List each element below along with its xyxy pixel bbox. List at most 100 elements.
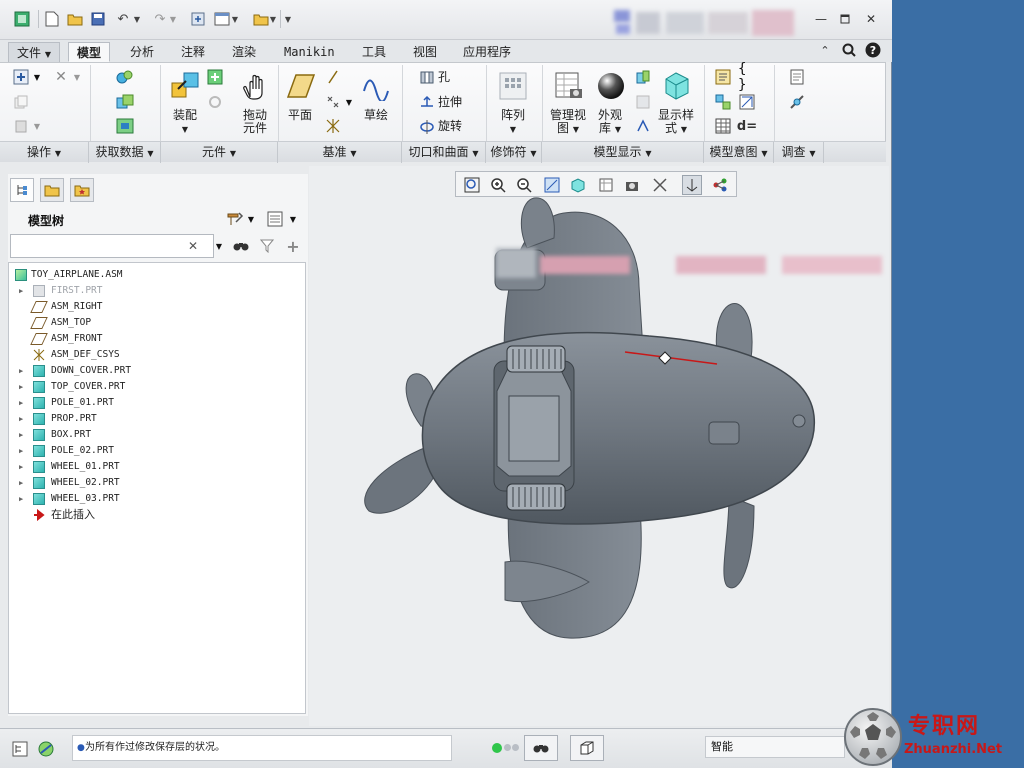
datum-display-icon[interactable] — [650, 175, 670, 195]
close-icon[interactable]: ✕ — [860, 10, 882, 28]
point-icon[interactable] — [324, 93, 342, 111]
redo-dropdown-icon[interactable]: ▼ — [168, 9, 178, 29]
app-icon[interactable] — [12, 9, 32, 29]
folder-browser-tab-icon[interactable] — [40, 178, 64, 202]
appearance-gallery-label[interactable]: 外观库 ▼ — [592, 109, 628, 136]
group-modifiers[interactable]: 修饰符 ▼ — [486, 142, 542, 163]
undo-icon[interactable]: ↶ — [113, 9, 133, 29]
paste-icon[interactable] — [12, 117, 30, 135]
tree-item[interactable]: ASM_TOP — [9, 315, 305, 331]
find-icon[interactable] — [524, 735, 558, 761]
tree-columns-icon[interactable] — [266, 210, 284, 228]
redo-icon[interactable]: ↷ — [150, 9, 170, 29]
refit-icon[interactable] — [462, 175, 482, 195]
tree-item[interactable]: TOY_AIRPLANE.ASM — [9, 267, 305, 283]
help-icon[interactable]: ? — [864, 41, 882, 59]
expand-arrow-icon[interactable]: ▶ — [19, 427, 27, 443]
extrude-icon[interactable] — [418, 93, 436, 111]
expand-arrow-icon[interactable]: ▶ — [19, 411, 27, 427]
repeat-icon[interactable] — [206, 93, 224, 111]
show-navigator-icon[interactable] — [10, 739, 30, 759]
tree-item[interactable]: ▶ WHEEL_01.PRT — [9, 459, 305, 475]
repaint-icon[interactable] — [542, 175, 562, 195]
regenerate-icon[interactable] — [188, 9, 208, 29]
hole-icon[interactable] — [418, 68, 436, 86]
show-browser-icon[interactable] — [36, 739, 56, 759]
reference-viewer-icon[interactable] — [788, 93, 806, 111]
group-investigate[interactable]: 调查 ▼ — [774, 142, 824, 163]
assemble-label[interactable]: 装配 ▼ — [168, 109, 202, 136]
group-datum[interactable]: 基准 ▼ — [278, 142, 402, 163]
orient-icon[interactable] — [634, 117, 652, 135]
coordinate-system-icon[interactable] — [324, 117, 342, 135]
expand-arrow-icon[interactable]: ▶ — [19, 459, 27, 475]
tab-annotate[interactable]: 注释 — [173, 42, 213, 62]
filter-icon[interactable] — [258, 237, 276, 255]
tree-item[interactable]: ▶ PROP.PRT — [9, 411, 305, 427]
expand-arrow-icon[interactable]: ▶ — [19, 443, 27, 459]
hole-label[interactable]: 孔 — [438, 71, 450, 84]
regenerate-icon[interactable] — [12, 68, 30, 86]
tree-settings-icon[interactable] — [226, 210, 244, 228]
close-window-dropdown-icon[interactable]: ▼ — [268, 9, 278, 29]
pattern-label[interactable]: 阵列 ▼ — [496, 109, 530, 136]
table-icon[interactable] — [714, 117, 732, 135]
tree-item[interactable]: ▶ DOWN_COVER.PRT — [9, 363, 305, 379]
drag-components-icon[interactable] — [238, 69, 272, 103]
undo-dropdown-icon[interactable]: ▼ — [132, 9, 142, 29]
delete-icon[interactable]: ✕ — [52, 68, 70, 86]
tab-manikin[interactable]: Manikin — [276, 42, 343, 62]
expand-arrow-icon[interactable]: ▶ — [19, 283, 27, 299]
create-component-icon[interactable] — [206, 68, 224, 86]
group-cut-surface[interactable]: 切口和曲面 ▼ — [402, 142, 486, 163]
paste-dropdown-icon[interactable]: ▼ — [32, 117, 42, 135]
toy-airplane-model[interactable] — [309, 166, 889, 726]
shrinkwrap-icon[interactable] — [116, 117, 134, 135]
tree-item[interactable]: ▶ BOX.PRT — [9, 427, 305, 443]
group-operations[interactable]: 操作 ▼ — [0, 142, 89, 163]
family-table-icon[interactable] — [714, 93, 732, 111]
display-style-label[interactable]: 显示样式 ▼ — [654, 109, 698, 136]
extrude-label[interactable]: 拉伸 — [438, 96, 462, 109]
expand-arrow-icon[interactable]: ▶ — [19, 379, 27, 395]
display-style-icon[interactable] — [660, 69, 694, 103]
view-manager-icon[interactable] — [596, 175, 616, 195]
tab-tools[interactable]: 工具 — [354, 42, 394, 62]
copy-geometry-icon[interactable] — [116, 93, 134, 111]
copy-icon[interactable] — [12, 93, 30, 111]
plane-icon[interactable] — [284, 69, 318, 103]
tree-settings-dropdown-icon[interactable]: ▼ — [246, 210, 256, 228]
tab-applications[interactable]: 应用程序 — [455, 42, 519, 62]
regenerate-dropdown-icon[interactable]: ▼ — [32, 68, 42, 86]
tab-file[interactable]: 文件 ▼ — [8, 42, 60, 62]
open-icon[interactable] — [65, 9, 85, 29]
tab-render[interactable]: 渲染 — [224, 42, 264, 62]
new-icon[interactable] — [42, 9, 62, 29]
tree-columns-dropdown-icon[interactable]: ▼ — [288, 210, 298, 228]
tab-analysis[interactable]: 分析 — [122, 42, 162, 62]
restore-icon[interactable] — [834, 10, 856, 28]
group-model-intent[interactable]: 模型意图 ▼ — [704, 142, 774, 163]
favorites-tab-icon[interactable] — [70, 178, 94, 202]
pattern-icon[interactable] — [496, 69, 530, 103]
zoom-in-icon[interactable] — [488, 175, 508, 195]
appearance-gallery-icon[interactable] — [594, 69, 628, 103]
tree-item[interactable]: ▶ WHEEL_02.PRT — [9, 475, 305, 491]
clear-search-icon[interactable]: ✕ — [184, 237, 202, 255]
model-tree-tab-icon[interactable] — [10, 178, 34, 202]
tree-item[interactable]: ASM_FRONT — [9, 331, 305, 347]
relations-icon[interactable] — [714, 68, 732, 86]
assemble-icon[interactable] — [168, 69, 202, 103]
manage-views-label[interactable]: 管理视图 ▼ — [546, 109, 590, 136]
group-components[interactable]: 元件 ▼ — [161, 142, 278, 163]
display-icon[interactable] — [634, 93, 652, 111]
plane-label[interactable]: 平面 — [282, 109, 318, 122]
minimize-icon[interactable]: — — [810, 10, 832, 28]
tree-item[interactable]: ▶ POLE_01.PRT — [9, 395, 305, 411]
search-dropdown-icon[interactable]: ▼ — [214, 237, 224, 255]
sketch-icon[interactable] — [360, 69, 394, 103]
perspective-icon[interactable] — [622, 175, 642, 195]
tab-model[interactable]: 模型 — [68, 42, 111, 62]
tree-item[interactable]: ▶ FIRST.PRT — [9, 283, 305, 299]
expand-arrow-icon[interactable]: ▶ — [19, 491, 27, 507]
